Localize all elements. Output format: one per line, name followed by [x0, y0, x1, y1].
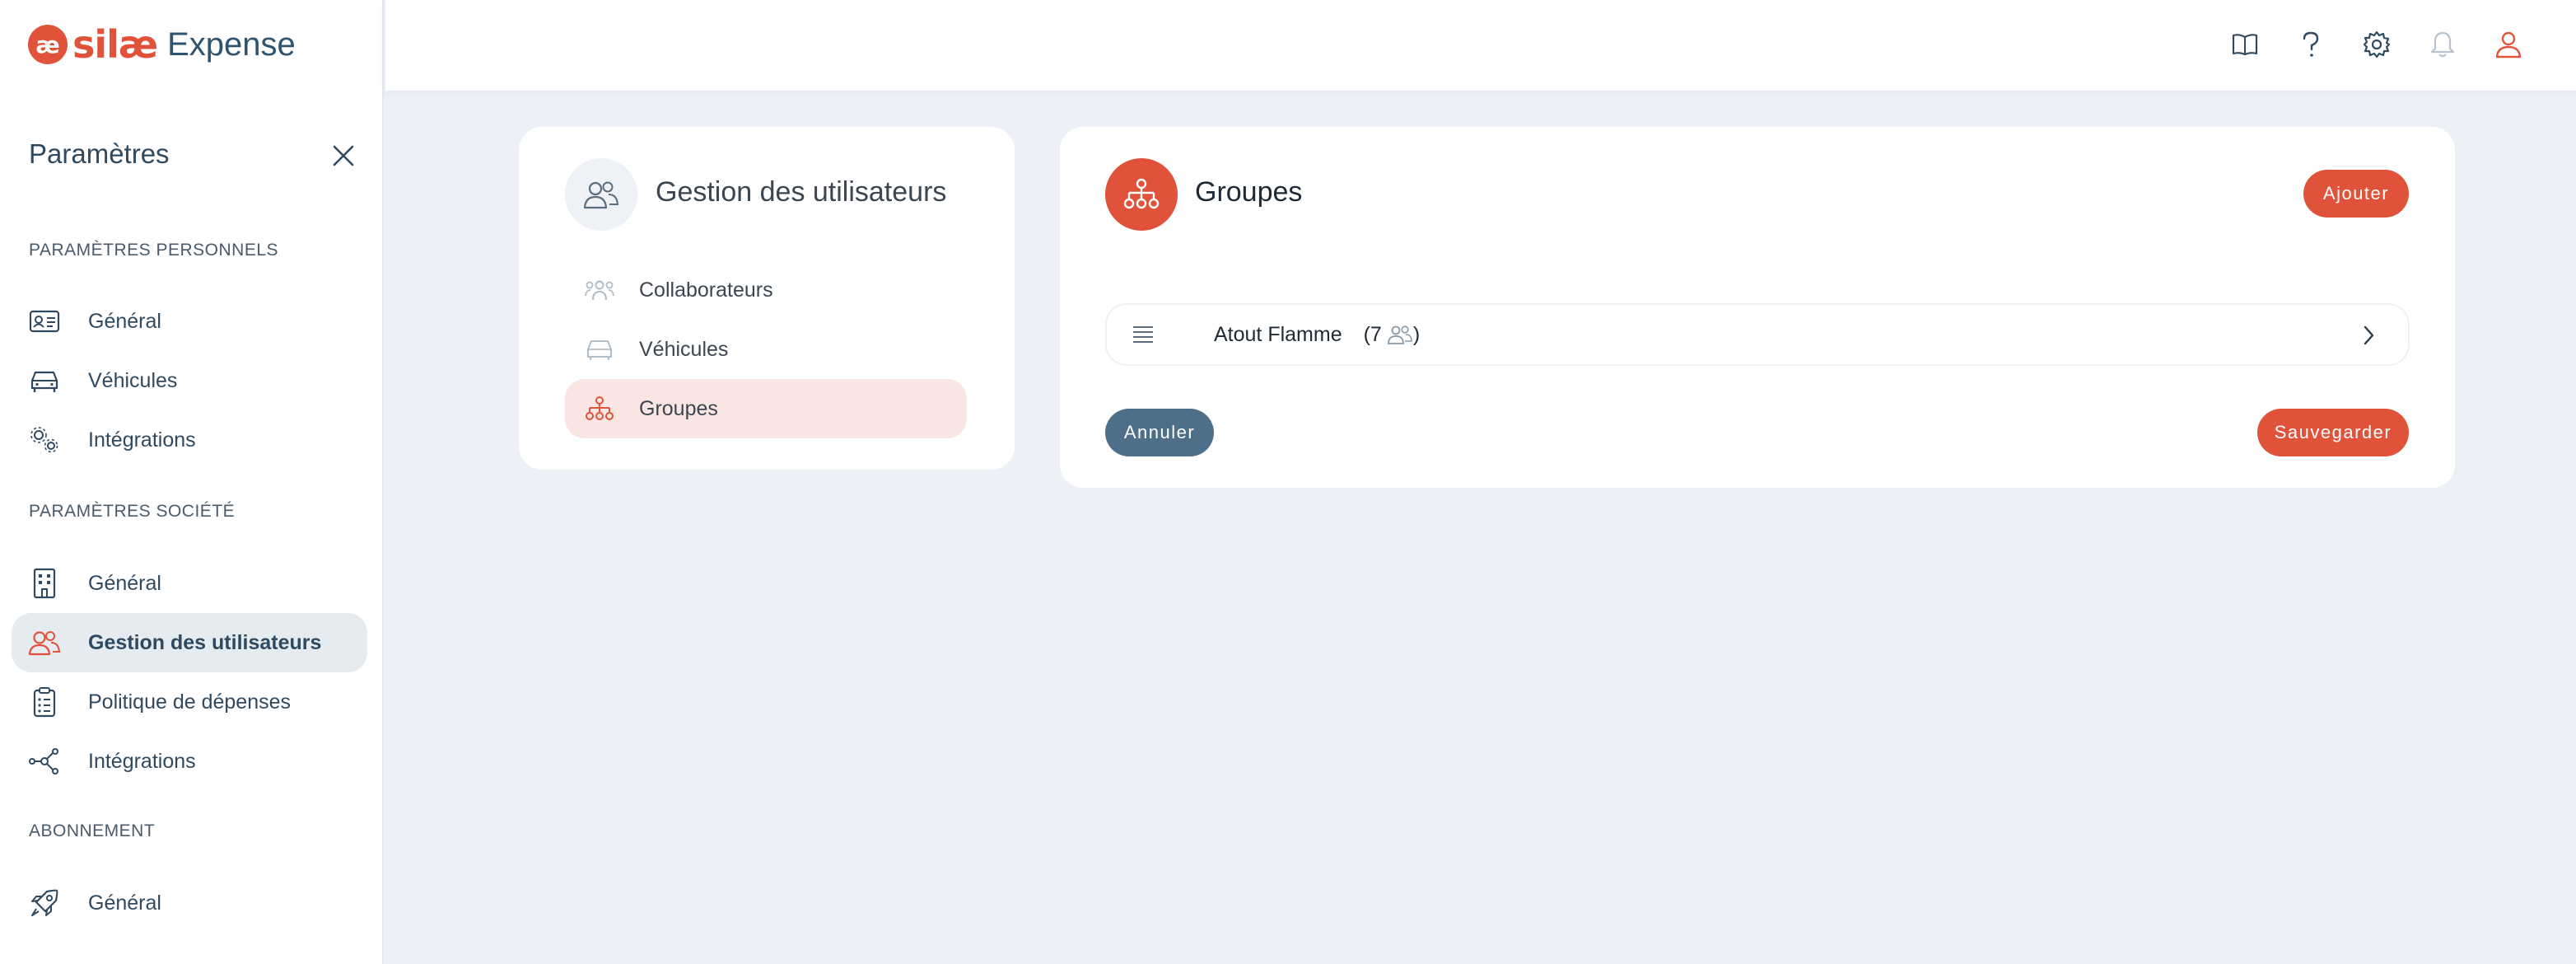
app-logo[interactable]: æ silæ Expense	[28, 22, 296, 67]
gears-icon	[28, 424, 61, 456]
tab-collaborators[interactable]: Collaborateurs	[565, 260, 967, 320]
sidebar-item-company-general[interactable]: Général	[12, 554, 367, 613]
sidebar-item-personal-vehicles[interactable]: Véhicules	[12, 351, 367, 410]
sidebar-item-label: Intégrations	[88, 428, 196, 452]
sidebar-title: Paramètres	[29, 138, 170, 169]
people-icon	[583, 274, 616, 307]
group-row[interactable]: Atout Flamme (7 )	[1105, 303, 2410, 366]
sidebar-item-personal-integrations[interactable]: Intégrations	[12, 410, 367, 470]
building-icon	[28, 567, 61, 600]
user-management-card: Gestion des utilisateurs Collaborateurs …	[519, 127, 1015, 470]
sidebar-item-subscription-general[interactable]: Général	[12, 873, 367, 933]
add-group-button[interactable]: Ajouter	[2303, 170, 2409, 218]
sidebar-item-label: Véhicules	[88, 368, 178, 392]
tab-groups[interactable]: Groupes	[565, 379, 967, 438]
cancel-button[interactable]: Annuler	[1105, 409, 1214, 456]
group-member-count: (7 )	[1364, 323, 1421, 347]
car-icon	[28, 364, 61, 397]
sidebar-item-user-management[interactable]: Gestion des utilisateurs	[12, 613, 367, 672]
count-close: )	[1412, 322, 1421, 346]
id-card-icon	[28, 305, 61, 338]
logo-brand: silæ	[72, 22, 158, 67]
drag-handle-icon[interactable]	[1128, 320, 1158, 349]
tab-label: Collaborateurs	[639, 278, 773, 302]
user-icon[interactable]	[2492, 28, 2525, 61]
top-bar	[385, 0, 2576, 91]
members-icon	[1387, 324, 1413, 345]
sidebar-item-personal-general[interactable]: Général	[12, 292, 367, 351]
users-icon	[565, 158, 637, 231]
car-icon	[583, 333, 616, 366]
save-button[interactable]: Sauvegarder	[2257, 409, 2409, 456]
sidebar-item-company-integrations[interactable]: Intégrations	[12, 732, 367, 791]
groups-title: Groupes	[1195, 176, 1303, 208]
logo-product: Expense	[167, 26, 296, 63]
tab-label: Groupes	[639, 396, 718, 420]
logo-mark: æ	[28, 25, 68, 64]
sidebar-item-label: Intégrations	[88, 749, 196, 773]
groups-card: Groupes Ajouter Atout Flamme (7 ) Annule…	[1060, 127, 2455, 488]
tab-label: Véhicules	[639, 337, 729, 361]
tab-vehicles[interactable]: Véhicules	[565, 320, 967, 379]
help-icon[interactable]	[2294, 28, 2327, 61]
sidebar-item-label: Général	[88, 571, 161, 595]
users-icon	[28, 626, 61, 659]
count-open: (7	[1363, 322, 1382, 346]
hierarchy-icon	[1105, 158, 1178, 231]
group-name: Atout Flamme	[1214, 322, 1342, 346]
chevron-right-icon[interactable]	[2354, 321, 2383, 350]
sidebar-item-label: Politique de dépenses	[88, 690, 292, 714]
hierarchy-icon	[583, 392, 616, 425]
close-icon[interactable]	[329, 142, 357, 170]
rocket-icon	[28, 887, 61, 920]
user-management-title: Gestion des utilisateurs	[656, 176, 947, 208]
bell-icon[interactable]	[2426, 28, 2459, 61]
section-title-personal: PARAMÈTRES PERSONNELS	[29, 241, 279, 260]
section-title-subscription: ABONNEMENT	[29, 821, 156, 840]
sidebar-item-label: Gestion des utilisateurs	[88, 630, 322, 654]
clipboard-icon	[28, 686, 61, 718]
sidebar-item-expense-policy[interactable]: Politique de dépenses	[12, 672, 367, 732]
gear-icon[interactable]	[2360, 28, 2393, 61]
sidebar-item-label: Général	[88, 309, 161, 333]
sidebar-item-label: Général	[88, 891, 161, 915]
network-icon	[28, 745, 61, 778]
section-title-company: PARAMÈTRES SOCIÉTÉ	[29, 502, 236, 521]
sidebar: æ silæ Expense Paramètres PARAMÈTRES PER…	[0, 0, 384, 964]
book-icon[interactable]	[2228, 28, 2261, 61]
